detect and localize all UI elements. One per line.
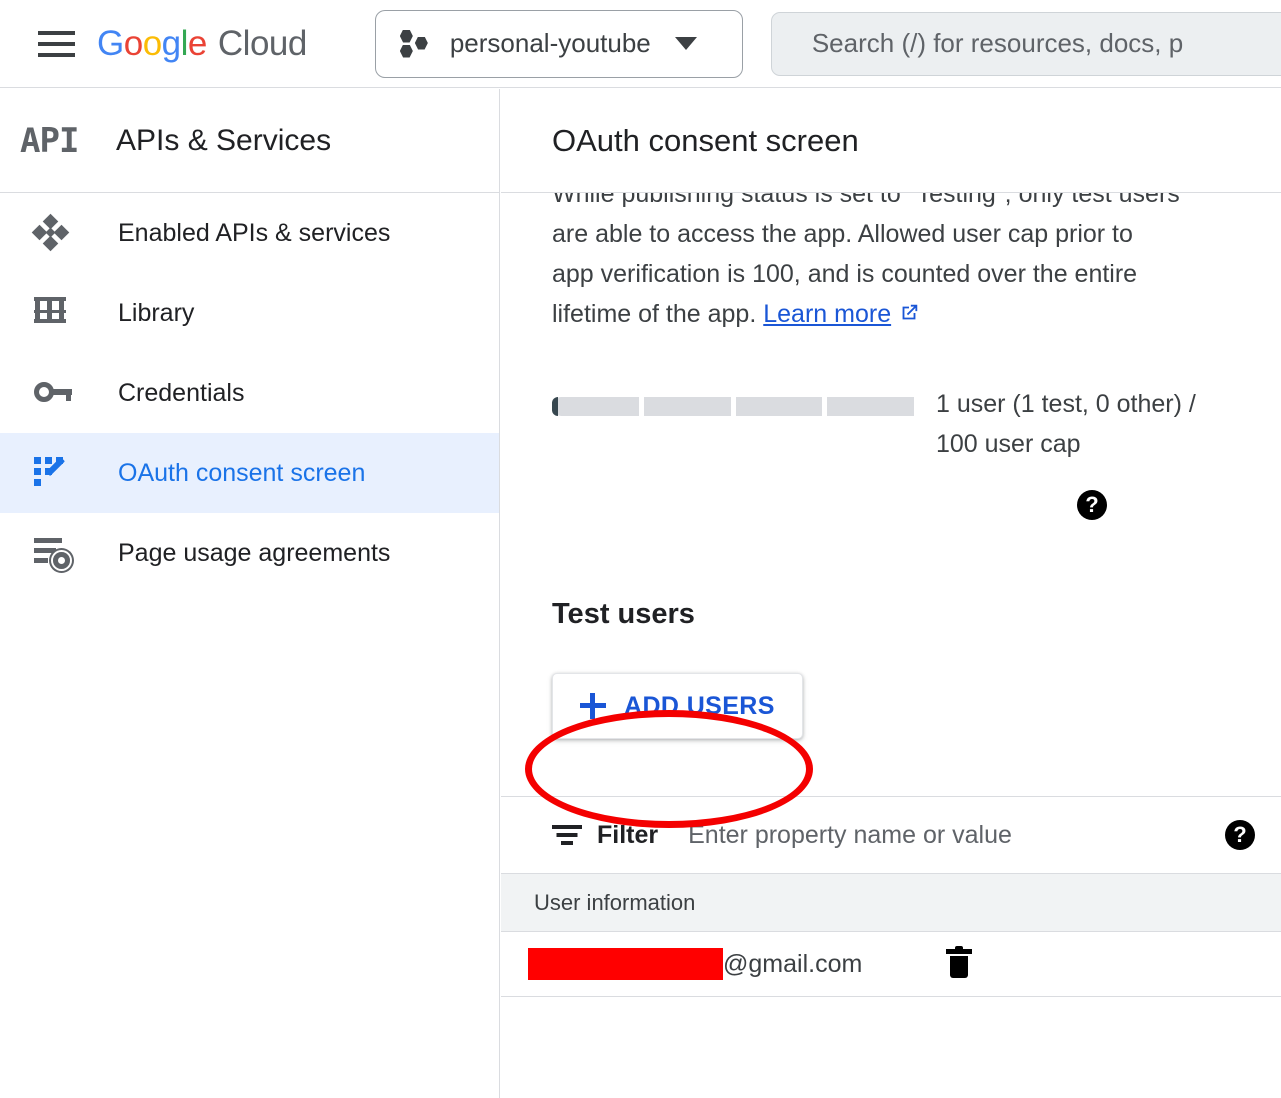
user-cap-row: 1 user (1 test, 0 other) / 100 user cap	[501, 336, 1281, 464]
progress-fill	[552, 397, 558, 416]
sidebar: API APIs & Services Enabled APIs & servi…	[0, 89, 500, 1098]
sidebar-item-page-usage-agreements[interactable]: Page usage agreements	[0, 513, 499, 593]
project-selector[interactable]: personal-youtube	[374, 9, 743, 78]
content-header: OAuth consent screen	[501, 89, 1281, 193]
filter-bar: Filter ?	[501, 796, 1281, 874]
progress-segment	[552, 397, 639, 416]
logo-letter-l: l	[180, 23, 189, 63]
logo-letter-o1: o	[123, 23, 143, 63]
filter-input[interactable]	[688, 820, 1225, 850]
progress-segment	[735, 397, 823, 416]
column-header-user-information: User information	[534, 889, 696, 915]
plus-icon	[580, 693, 606, 719]
logo-letter-o2: o	[142, 23, 162, 63]
progress-segment	[827, 397, 914, 416]
test-users-heading: Test users	[552, 598, 695, 630]
table-row[interactable]: @gmail.com	[501, 932, 1281, 997]
sidebar-item-label: Credentials	[118, 378, 245, 407]
sidebar-item-label: OAuth consent screen	[118, 458, 366, 487]
external-link-icon	[898, 296, 920, 336]
table-empty-space	[501, 997, 1281, 1067]
sidebar-item-enabled-apis[interactable]: Enabled APIs & services	[0, 193, 499, 273]
chevron-down-icon	[674, 37, 697, 50]
help-circle-icon[interactable]: ?	[1077, 490, 1107, 520]
progress-segment	[643, 397, 731, 416]
project-name: personal-youtube	[449, 28, 651, 58]
add-users-button[interactable]: ADD USERS	[552, 673, 803, 739]
redacted-email-block	[528, 948, 723, 980]
page-title: OAuth consent screen	[552, 122, 859, 158]
logo-letter-g: G	[97, 23, 124, 63]
table-header-row: User information	[501, 874, 1281, 932]
key-icon	[34, 382, 84, 404]
logo-letter-g2: g	[161, 23, 181, 63]
search-input[interactable]	[811, 28, 1281, 59]
project-hexagons-icon	[399, 29, 430, 58]
user-cap-help-row: ?	[501, 464, 1281, 520]
oauth-consent-icon	[34, 457, 84, 489]
search-bar[interactable]	[770, 11, 1281, 76]
diamond-cluster-icon	[31, 213, 84, 252]
api-logo-icon: API	[20, 120, 79, 161]
sidebar-header: API APIs & Services	[0, 89, 499, 193]
logo-word-cloud: Cloud	[217, 23, 307, 63]
sidebar-item-label: Enabled APIs & services	[118, 218, 391, 247]
help-circle-icon[interactable]: ?	[1225, 820, 1255, 850]
sidebar-title: APIs & Services	[116, 123, 332, 157]
scroll-body: While publishing status is set to "Testi…	[501, 174, 1281, 1067]
filter-label: Filter	[597, 820, 659, 849]
sidebar-item-library[interactable]: Library	[0, 273, 499, 353]
hamburger-bar	[38, 52, 75, 57]
hamburger-bar	[38, 30, 75, 35]
logo-letter-e: e	[187, 23, 207, 63]
sidebar-item-oauth-consent-screen[interactable]: OAuth consent screen	[0, 433, 499, 513]
sidebar-item-label: Page usage agreements	[118, 538, 391, 567]
trash-icon[interactable]	[946, 946, 973, 979]
hamburger-bar	[38, 41, 75, 46]
sidebar-item-credentials[interactable]: Credentials	[0, 353, 499, 433]
learn-more-link[interactable]: Learn more	[763, 300, 891, 328]
user-cap-progress-bar	[552, 397, 914, 416]
filter-icon[interactable]	[552, 824, 582, 846]
top-app-bar: Google Cloud personal-youtube	[0, 0, 1281, 88]
sidebar-item-label: Library	[118, 298, 195, 327]
email-suffix: @gmail.com	[723, 949, 863, 978]
page-usage-icon	[34, 538, 84, 569]
google-cloud-logo[interactable]: Google Cloud	[97, 24, 307, 64]
add-users-button-wrap: ADD USERS	[501, 631, 1281, 828]
add-users-button-label: ADD USERS	[624, 691, 775, 720]
testing-notice: While publishing status is set to "Testi…	[501, 174, 1231, 336]
library-icon	[34, 297, 84, 329]
hamburger-menu-icon[interactable]	[38, 22, 75, 66]
main-content: OAuth consent screen While publishing st…	[501, 89, 1281, 1098]
user-cap-text: 1 user (1 test, 0 other) / 100 user cap	[936, 390, 1196, 458]
